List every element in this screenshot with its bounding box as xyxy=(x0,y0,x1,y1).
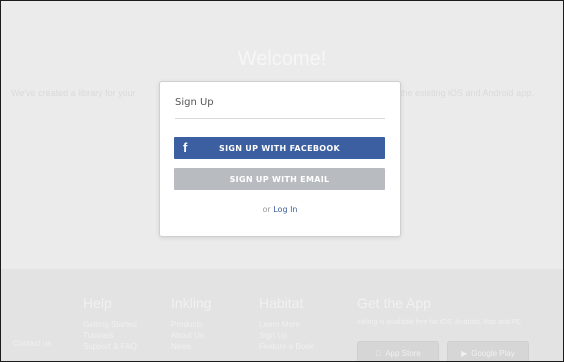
app-store-button[interactable]:  App Store xyxy=(357,341,439,361)
modal-title: Sign Up xyxy=(175,97,214,108)
signup-email-label: SIGN UP WITH EMAIL xyxy=(229,174,330,184)
signup-email-button[interactable]: SIGN UP WITH EMAIL xyxy=(174,168,385,190)
login-row: or Log In xyxy=(160,205,400,214)
footer-contact-link[interactable]: Contact us xyxy=(13,339,51,348)
footer-link[interactable]: Sign Up xyxy=(259,330,314,341)
footer-column-app: Get the App Inkling is available free fo… xyxy=(357,295,522,326)
footer-app-title: Get the App xyxy=(357,295,431,311)
footer-column-inkling: Inkling Products About Us News xyxy=(171,295,211,352)
footer-column-help: Help Getting Started Tutorials Support &… xyxy=(83,295,137,352)
footer-column-title: Habitat xyxy=(259,295,304,311)
footer-column-title: Help xyxy=(83,295,112,311)
play-icon: ▶ xyxy=(461,348,468,358)
footer-link[interactable]: Getting Started xyxy=(83,319,137,330)
footer-link[interactable]: About Us xyxy=(171,330,211,341)
footer-app-description: Inkling is available free for iOS, Andro… xyxy=(357,319,522,326)
welcome-subtext-left: We've created a library for your xyxy=(11,88,136,98)
apple-icon:  xyxy=(375,349,381,358)
facebook-icon: f xyxy=(183,140,188,155)
footer-link[interactable]: Tutorials xyxy=(83,330,137,341)
footer-column-title: Inkling xyxy=(171,295,212,311)
footer-link[interactable]: Feature a Book xyxy=(259,341,314,352)
footer-link[interactable]: News xyxy=(171,341,211,352)
modal-divider xyxy=(175,118,385,119)
signup-modal: Sign Up f SIGN UP WITH FACEBOOK SIGN UP … xyxy=(159,81,401,237)
footer-link[interactable]: Products xyxy=(171,319,211,330)
footer-link[interactable]: Learn More xyxy=(259,319,314,330)
signup-facebook-label: SIGN UP WITH FACEBOOK xyxy=(219,143,340,153)
signup-facebook-button[interactable]: f SIGN UP WITH FACEBOOK xyxy=(174,137,385,159)
footer: Contact us Help Getting Started Tutorial… xyxy=(1,269,563,361)
login-prefix: or xyxy=(262,205,271,214)
footer-link[interactable]: Support & FAQ xyxy=(83,341,137,352)
google-play-button[interactable]: ▶ Google Play xyxy=(447,341,529,361)
welcome-heading: Welcome! xyxy=(237,48,327,70)
footer-column-habitat: Habitat Learn More Sign Up Feature a Boo… xyxy=(259,295,314,352)
login-link[interactable]: Log In xyxy=(273,205,297,214)
app-store-label: App Store xyxy=(382,348,421,358)
browser-frame: Welcome! We've created a library for you… xyxy=(0,0,564,362)
welcome-subtext-right: the existing iOS and Android app. xyxy=(400,88,534,98)
google-play-label: Google Play xyxy=(471,348,515,358)
